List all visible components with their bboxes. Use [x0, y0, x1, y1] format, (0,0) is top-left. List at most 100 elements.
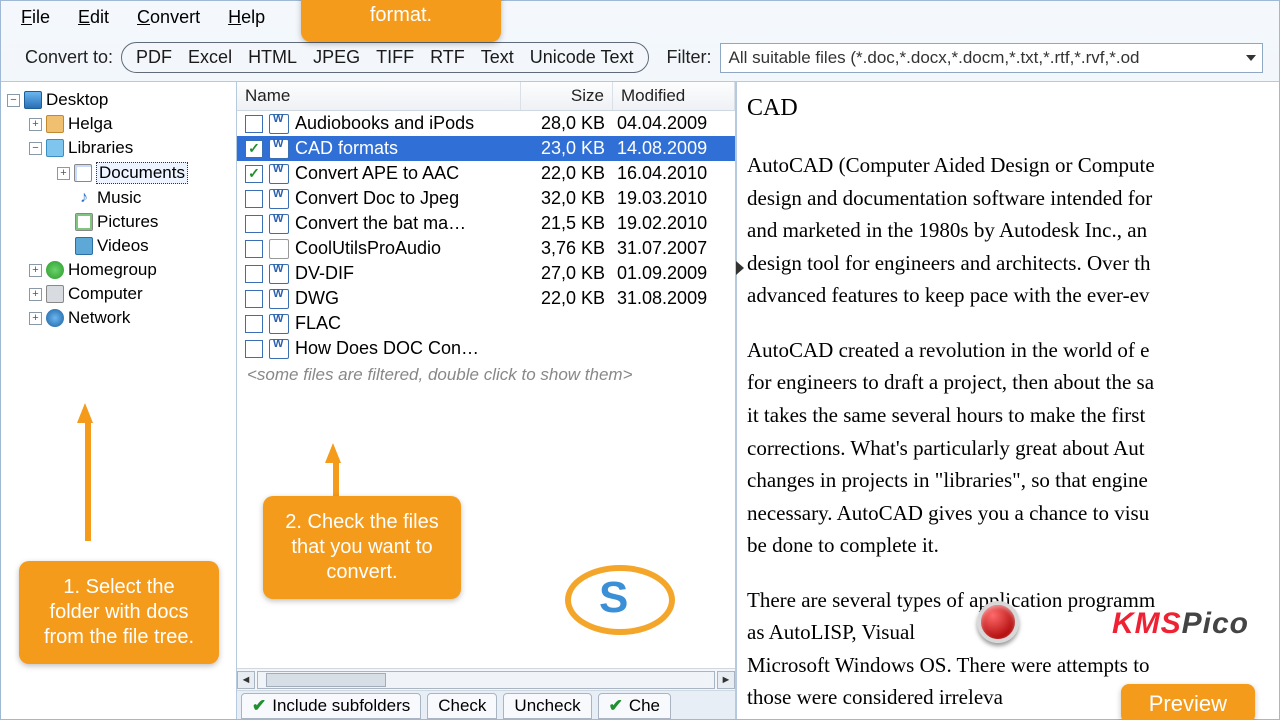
- menu-edit[interactable]: Edit: [78, 7, 109, 28]
- scroll-right-icon[interactable]: ►: [717, 671, 735, 689]
- format-tiff[interactable]: TIFF: [376, 47, 414, 68]
- file-icon: [269, 339, 289, 359]
- expand-icon[interactable]: +: [29, 264, 42, 277]
- tree-videos[interactable]: Videos: [97, 236, 149, 256]
- check-partial-button[interactable]: ✔Che: [598, 693, 671, 719]
- app-logo: S: [561, 561, 681, 641]
- tree-computer[interactable]: Computer: [68, 284, 143, 304]
- file-name: Convert the bat ma…: [295, 213, 521, 234]
- file-size: 32,0 KB: [521, 188, 613, 209]
- file-row[interactable]: CAD formats23,0 KB14.08.2009: [237, 136, 735, 161]
- checkbox[interactable]: [245, 265, 263, 283]
- file-name: DV-DIF: [295, 263, 521, 284]
- format-rtf[interactable]: RTF: [430, 47, 465, 68]
- preview-title: CAD: [747, 90, 1273, 127]
- expand-icon[interactable]: +: [57, 167, 70, 180]
- callout-format: format.: [301, 0, 501, 42]
- tree-pictures[interactable]: Pictures: [97, 212, 158, 232]
- checkbox[interactable]: [245, 190, 263, 208]
- file-icon: [269, 214, 289, 234]
- convert-to-label: Convert to:: [25, 47, 113, 68]
- splitter-handle-icon[interactable]: [736, 261, 744, 275]
- file-rows: Audiobooks and iPods28,0 KB04.04.2009CAD…: [237, 111, 735, 361]
- check-button[interactable]: Check: [427, 693, 497, 719]
- checkbox[interactable]: [245, 140, 263, 158]
- format-excel[interactable]: Excel: [188, 47, 232, 68]
- checkbox[interactable]: [245, 165, 263, 183]
- filtered-note[interactable]: <some files are filtered, double click t…: [237, 361, 735, 389]
- expand-icon[interactable]: +: [29, 288, 42, 301]
- file-name: CoolUtilsProAudio: [295, 238, 521, 259]
- checkbox[interactable]: [245, 115, 263, 133]
- desktop-icon: [24, 91, 42, 109]
- file-icon: [269, 314, 289, 334]
- menu-file[interactable]: File: [21, 7, 50, 28]
- format-jpeg[interactable]: JPEG: [313, 47, 360, 68]
- file-row[interactable]: Convert APE to AAC22,0 KB16.04.2010: [237, 161, 735, 186]
- scroll-track[interactable]: [257, 671, 715, 689]
- file-name: FLAC: [295, 313, 521, 334]
- tree-homegroup[interactable]: Homegroup: [68, 260, 157, 280]
- format-html[interactable]: HTML: [248, 47, 297, 68]
- filter-value: All suitable files (*.doc,*.docx,*.docm,…: [729, 48, 1140, 67]
- uncheck-button[interactable]: Uncheck: [503, 693, 591, 719]
- file-row[interactable]: Convert Doc to Jpeg32,0 KB19.03.2010: [237, 186, 735, 211]
- tree-network[interactable]: Network: [68, 308, 130, 328]
- file-row[interactable]: FLAC: [237, 311, 735, 336]
- chevron-down-icon: [1246, 55, 1256, 61]
- file-name: How Does DOC Con…: [295, 338, 521, 359]
- arrow-icon: [85, 421, 91, 541]
- checkbox[interactable]: [245, 215, 263, 233]
- col-size[interactable]: Size: [521, 82, 613, 110]
- file-row[interactable]: CoolUtilsProAudio3,76 KB31.07.2007: [237, 236, 735, 261]
- file-modified: 16.04.2010: [613, 163, 735, 184]
- collapse-icon[interactable]: −: [7, 94, 20, 107]
- expand-icon[interactable]: +: [29, 118, 42, 131]
- menubar: File Edit Convert Help: [1, 1, 1279, 38]
- menu-help[interactable]: Help: [228, 7, 265, 28]
- tree-desktop[interactable]: Desktop: [46, 90, 108, 110]
- music-icon: ♪: [75, 189, 93, 207]
- tree-libraries[interactable]: Libraries: [68, 138, 133, 158]
- scroll-thumb[interactable]: [266, 673, 386, 687]
- format-text[interactable]: Text: [481, 47, 514, 68]
- col-modified[interactable]: Modified: [613, 82, 735, 110]
- checkbox[interactable]: [245, 315, 263, 333]
- filter-dropdown[interactable]: All suitable files (*.doc,*.docx,*.docm,…: [720, 43, 1264, 73]
- watermark: KMSPico: [1112, 607, 1249, 641]
- collapse-icon[interactable]: −: [29, 142, 42, 155]
- tree-music[interactable]: Music: [97, 188, 141, 208]
- file-modified: 31.08.2009: [613, 288, 735, 309]
- file-list-header: Name Size Modified: [237, 82, 735, 111]
- file-row[interactable]: Convert the bat ma…21,5 KB19.02.2010: [237, 211, 735, 236]
- h-scrollbar[interactable]: ◄ ►: [237, 668, 735, 690]
- record-button-icon: [977, 601, 1019, 643]
- file-icon: [269, 164, 289, 184]
- libraries-icon: [46, 139, 64, 157]
- expand-icon[interactable]: +: [29, 312, 42, 325]
- callout-step2: 2. Check the files that you want to conv…: [263, 496, 461, 599]
- menu-convert[interactable]: Convert: [137, 7, 200, 28]
- file-size: 22,0 KB: [521, 288, 613, 309]
- file-icon: [269, 114, 289, 134]
- file-icon: [269, 239, 289, 259]
- include-subfolders-button[interactable]: ✔Include subfolders: [241, 693, 421, 719]
- scroll-left-icon[interactable]: ◄: [237, 671, 255, 689]
- col-name[interactable]: Name: [237, 82, 521, 110]
- file-row[interactable]: DV-DIF27,0 KB01.09.2009: [237, 261, 735, 286]
- file-row[interactable]: How Does DOC Con…: [237, 336, 735, 361]
- tree-documents[interactable]: Documents: [96, 162, 188, 184]
- file-name: Audiobooks and iPods: [295, 113, 521, 134]
- file-row[interactable]: Audiobooks and iPods28,0 KB04.04.2009: [237, 111, 735, 136]
- checkbox[interactable]: [245, 340, 263, 358]
- user-folder-icon: [46, 115, 64, 133]
- file-icon: [269, 289, 289, 309]
- tree-helga[interactable]: Helga: [68, 114, 112, 134]
- check-icon: ✔: [252, 696, 266, 716]
- format-pdf[interactable]: PDF: [136, 47, 172, 68]
- checkbox[interactable]: [245, 290, 263, 308]
- file-row[interactable]: DWG22,0 KB31.08.2009: [237, 286, 735, 311]
- file-name: DWG: [295, 288, 521, 309]
- checkbox[interactable]: [245, 240, 263, 258]
- format-unicode[interactable]: Unicode Text: [530, 47, 634, 68]
